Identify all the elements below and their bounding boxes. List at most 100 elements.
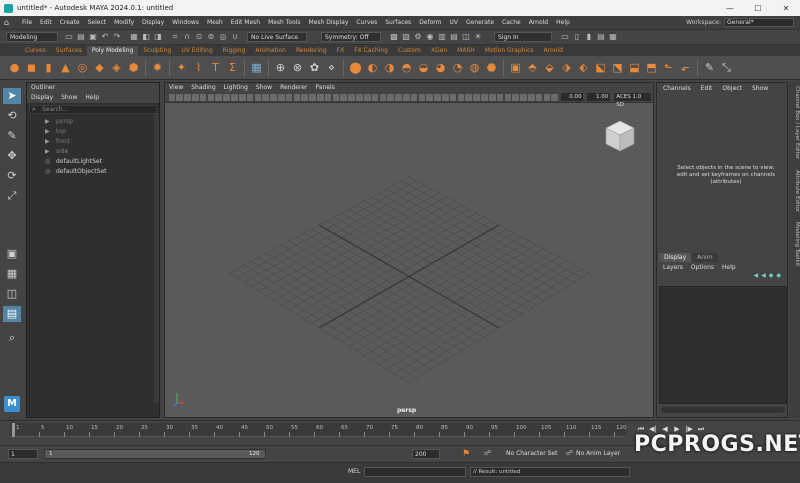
channel-menu-edit[interactable]: Edit xyxy=(701,83,713,95)
viewport-toolbar-icon[interactable] xyxy=(340,93,348,101)
viewport-toolbar-icon[interactable] xyxy=(449,93,457,101)
view-cube[interactable] xyxy=(605,120,635,152)
toggle-channelbox-icon[interactable]: ▤ xyxy=(596,32,606,42)
detach-icon[interactable]: ⬐ xyxy=(678,60,693,76)
circularize-icon[interactable]: ⬒ xyxy=(644,60,659,76)
viewport-toolbar-icon[interactable] xyxy=(457,93,465,101)
close-button[interactable]: ✕ xyxy=(772,0,800,16)
ipr-render-icon[interactable]: ▧ xyxy=(401,32,411,42)
outliner-menu-show[interactable]: Show xyxy=(61,93,77,103)
menu-surfaces[interactable]: Surfaces xyxy=(381,19,415,26)
outliner-item[interactable]: ▶ top xyxy=(27,126,159,136)
redo-icon[interactable]: ↷ xyxy=(112,32,122,42)
toggle-layout-icon[interactable]: ▦ xyxy=(608,32,618,42)
home-icon[interactable]: ⌂ xyxy=(4,18,14,28)
search-icon[interactable]: ⌕ xyxy=(3,330,21,346)
viewport-toolbar-icon[interactable] xyxy=(543,93,551,101)
layer-tab-display[interactable]: Display xyxy=(659,253,692,262)
viewport-menu-panels[interactable]: Panels xyxy=(315,83,334,92)
bevel-icon[interactable]: ⬘ xyxy=(525,60,540,76)
select-object-icon[interactable]: ◧ xyxy=(141,32,151,42)
end-time-field[interactable]: 200 xyxy=(412,449,440,459)
move-tool-icon[interactable]: ✥ xyxy=(3,148,21,164)
perspective-viewport[interactable]: View Shading Lighting Show Renderer Pane… xyxy=(164,82,654,418)
poly-cube-icon[interactable]: ◼ xyxy=(24,60,39,76)
select-tool-icon[interactable]: ➤ xyxy=(3,88,21,104)
chamfer-icon[interactable]: ⬕ xyxy=(593,60,608,76)
viewport-toolbar-icon[interactable] xyxy=(192,93,199,101)
side-tab-modeling-toolkit[interactable]: Modeling Toolkit xyxy=(790,222,800,266)
menu-cache[interactable]: Cache xyxy=(498,19,525,26)
shelf-tab-xgen[interactable]: XGen xyxy=(426,46,452,56)
viewport-toolbar-icon[interactable] xyxy=(270,93,277,101)
shelf-tab-poly-modeling[interactable]: Poly Modeling xyxy=(86,46,139,56)
svg-icon[interactable]: Σ xyxy=(225,60,240,76)
menu-uv[interactable]: UV xyxy=(446,19,463,26)
viewport-toolbar-icon[interactable] xyxy=(363,93,371,101)
playback-range-bar[interactable]: 1 120 xyxy=(44,449,266,459)
mirror-icon[interactable]: ◓ xyxy=(399,60,414,76)
shelf-tab-custom[interactable]: Custom xyxy=(393,46,426,56)
poly-plane-icon[interactable]: ◆ xyxy=(92,60,107,76)
viewport-menu-lighting[interactable]: Lighting xyxy=(224,83,248,92)
poke-icon[interactable]: ⬗ xyxy=(559,60,574,76)
side-tab-attribute-editor[interactable]: Attribute Editor xyxy=(790,170,800,212)
outliner-item[interactable]: ◎ defaultObjectSet xyxy=(27,166,159,176)
viewport-menu-view[interactable]: View xyxy=(169,83,183,92)
shelf-tab-rendering[interactable]: Rendering xyxy=(291,46,332,56)
average-icon[interactable]: ⋄ xyxy=(324,60,339,76)
viewport-toolbar-icon[interactable] xyxy=(301,93,309,101)
shelf-tab-curves[interactable]: Curves xyxy=(20,46,51,56)
combine-icon[interactable]: ⊕ xyxy=(273,60,288,76)
menu-windows[interactable]: Windows xyxy=(168,19,203,26)
viewport-toolbar-icon[interactable] xyxy=(434,93,441,101)
boolean-difference-icon[interactable]: ◐ xyxy=(365,60,380,76)
poly-disc-icon[interactable]: ◈ xyxy=(109,60,124,76)
viewport-menu-renderer[interactable]: Renderer xyxy=(280,83,307,92)
shelf-tab-motion-graphics[interactable]: Motion Graphics xyxy=(480,46,539,56)
folder-open-icon[interactable]: ▤ xyxy=(76,32,86,42)
symmetry-dropdown[interactable]: Symmetry: Off xyxy=(321,32,381,42)
connect-icon[interactable]: ⬑ xyxy=(661,60,676,76)
viewport-toolbar-icon[interactable] xyxy=(473,93,480,101)
viewport-toolbar-icon[interactable] xyxy=(551,93,559,101)
viewport-toolbar-icon[interactable] xyxy=(496,93,504,101)
shelf-tab-surfaces[interactable]: Surfaces xyxy=(51,46,87,56)
viewport-toolbar-icon[interactable] xyxy=(535,93,543,101)
poly-torus-icon[interactable]: ◎ xyxy=(75,60,90,76)
viewport-menu-shading[interactable]: Shading xyxy=(191,83,215,92)
shelf-tab-fx[interactable]: FX xyxy=(332,46,350,56)
outliner-search-input[interactable]: Search... xyxy=(29,105,157,114)
poly-text-icon[interactable]: ⌇ xyxy=(191,60,206,76)
menu-generate[interactable]: Generate xyxy=(462,19,498,26)
single-perspective-layout-icon[interactable]: ▣ xyxy=(3,246,21,262)
channel-menu-show[interactable]: Show xyxy=(752,83,768,95)
render-view-icon[interactable]: ▥ xyxy=(437,32,447,42)
light-editor-icon[interactable]: ☀ xyxy=(473,32,483,42)
two-panes-layout-icon[interactable]: ◫ xyxy=(3,286,21,302)
merge-icon[interactable]: ⬓ xyxy=(627,60,642,76)
menu-mesh-tools[interactable]: Mesh Tools xyxy=(264,19,304,26)
separate-icon[interactable]: ⊗ xyxy=(290,60,305,76)
multi-cut-icon[interactable]: ✎ xyxy=(702,60,717,76)
reduce-icon[interactable]: ◒ xyxy=(416,60,431,76)
menu-edit-mesh[interactable]: Edit Mesh xyxy=(227,19,264,26)
rotate-tool-icon[interactable]: ⟳ xyxy=(3,168,21,184)
color-space-dropdown[interactable]: ACES 1.0 SD xyxy=(614,93,651,108)
undo-icon[interactable]: ↶ xyxy=(100,32,110,42)
viewport-toolbar-icon[interactable] xyxy=(348,93,355,101)
snap-curve-icon[interactable]: ∩ xyxy=(182,32,192,42)
viewport-toolbar-icon[interactable] xyxy=(356,93,363,101)
render-frame-icon[interactable]: ▩ xyxy=(389,32,399,42)
sign-in-dropdown[interactable]: Sign In xyxy=(494,32,552,42)
fill-hole-icon[interactable]: ◍ xyxy=(467,60,482,76)
outliner-menu-display[interactable]: Display xyxy=(31,93,53,103)
snap-surface-icon[interactable]: ◎ xyxy=(218,32,228,42)
viewport-toolbar-icon[interactable] xyxy=(168,93,176,101)
new-layer-selected-icon[interactable]: ◆ xyxy=(776,272,781,279)
gamma-field[interactable]: 1.00 xyxy=(587,93,611,101)
viewport-toolbar-icon[interactable] xyxy=(520,93,527,101)
viewport-toolbar-icon[interactable] xyxy=(527,93,535,101)
arnold-render-icon[interactable]: ▤ xyxy=(449,32,459,42)
outliner-menu-help[interactable]: Help xyxy=(85,93,99,103)
